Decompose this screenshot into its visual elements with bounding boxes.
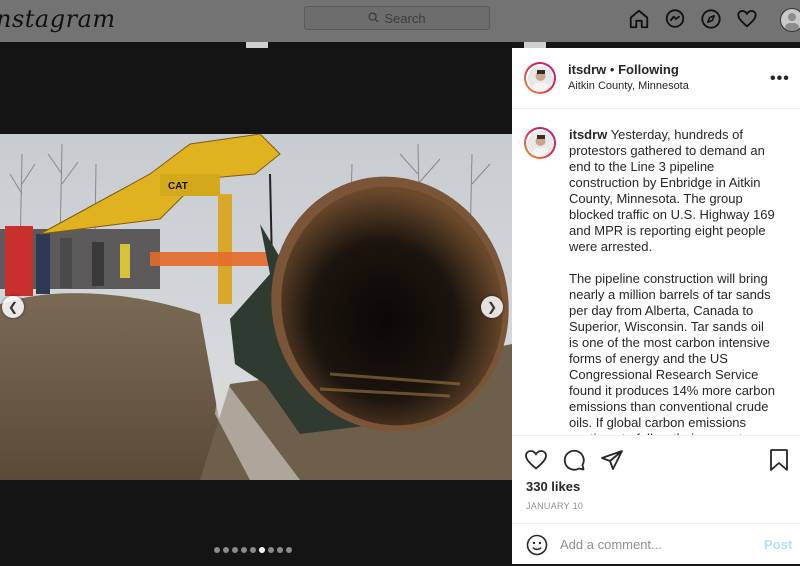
bookmark-icon[interactable] [768,448,790,477]
carousel-indicator [214,547,292,553]
carousel-dot [268,547,274,553]
profile-avatar[interactable] [780,8,800,32]
emoji-icon[interactable] [526,534,548,561]
following-button[interactable]: Following [618,62,679,77]
carousel-dot [223,547,229,553]
like-heart-icon[interactable] [524,448,548,477]
post-detail-panel: itsdrw • Following Aitkin County, Minnes… [512,48,800,564]
more-icon: ••• [770,70,790,87]
caption-author-avatar[interactable] [524,127,556,159]
post-caption: itsdrw Yesterday, hundreds of protestors… [569,127,775,435]
background-tab-hint [246,42,268,48]
search-placeholder: Search [384,10,426,26]
search-box[interactable]: Search [304,6,490,30]
instagram-logo[interactable]: nstagram [0,5,116,33]
carousel-dot [277,547,283,553]
heart-icon[interactable] [736,8,758,30]
post-actions: 330 likes JANUARY 10 Add a comment... Po… [512,435,800,566]
svg-text:CAT: CAT [168,181,188,192]
carousel-dot [286,547,292,553]
comment-input[interactable]: Add a comment... [560,537,662,552]
likes-count[interactable]: 330 likes [526,479,580,494]
post-photo[interactable]: CAT [0,134,512,480]
carousel-dot [214,547,220,553]
comment-bubble-icon[interactable] [562,448,586,477]
caption-username[interactable]: itsdrw [569,127,607,142]
messenger-icon[interactable] [664,8,686,30]
post-date[interactable]: JANUARY 10 [526,501,583,511]
chevron-left-icon: ❮ [7,300,19,314]
top-nav-bar: nstagram Search [0,0,800,42]
author-username[interactable]: itsdrw [568,62,606,77]
separator-dot: • [609,62,615,77]
carousel-dot [241,547,247,553]
carousel-dot [232,547,238,553]
carousel-dot [259,547,265,553]
post-header: itsdrw • Following Aitkin County, Minnes… [512,48,800,109]
search-icon [368,11,379,26]
author-avatar[interactable] [524,62,556,94]
explore-icon[interactable] [700,8,722,30]
post-comment-button[interactable]: Post [764,537,792,552]
caption-text: Yesterday, hundreds of protestors gather… [569,127,775,254]
next-image-button[interactable]: ❯ [481,296,503,318]
previous-image-button[interactable]: ❮ [2,296,24,318]
caption-scroll-area[interactable]: itsdrw Yesterday, hundreds of protestors… [512,109,800,435]
home-icon[interactable] [628,8,650,30]
chevron-right-icon: ❯ [486,300,498,314]
caption-text: The pipeline construction will bring nea… [569,271,775,435]
carousel-dot [250,547,256,553]
more-options-button[interactable]: ••• [770,70,790,88]
post-location[interactable]: Aitkin County, Minnesota [568,80,689,92]
comment-form: Add a comment... Post [512,523,800,566]
share-paper-plane-icon[interactable] [600,448,624,477]
